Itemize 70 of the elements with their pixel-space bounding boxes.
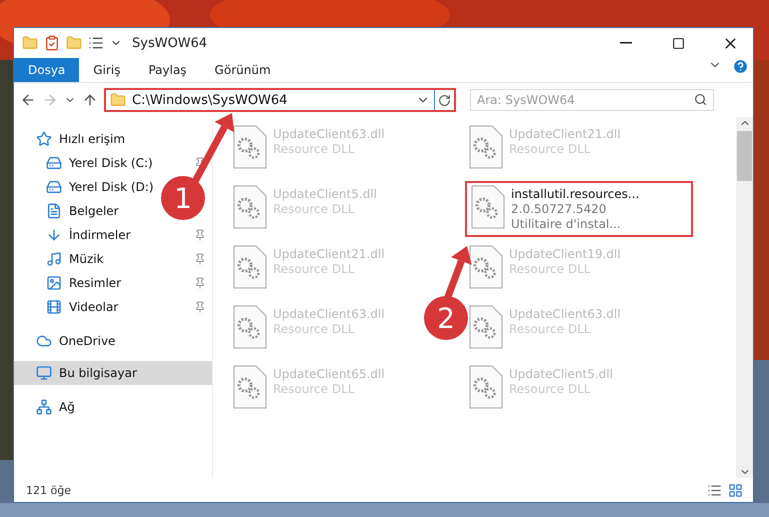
nav-item[interactable]: İndirmeler	[69, 228, 131, 242]
file-name: installutil.resources...	[511, 187, 640, 201]
file-name: UpdateClient65.dll	[273, 367, 385, 381]
file-gear-icon	[233, 185, 267, 229]
ribbon-tab[interactable]: Paylaş	[134, 58, 201, 82]
file-gear-icon	[469, 245, 503, 289]
scrollbar[interactable]	[736, 117, 753, 478]
file-name: UpdateClient21.dll	[273, 247, 385, 261]
film-icon	[46, 299, 62, 315]
cloud-icon	[36, 333, 52, 349]
file-gear-icon	[469, 305, 503, 349]
file-gear-icon	[471, 185, 505, 229]
up-button[interactable]	[82, 92, 98, 108]
properties-icon[interactable]	[88, 35, 104, 51]
ribbon-tab[interactable]: Dosya	[14, 58, 80, 82]
pin-icon[interactable]	[194, 229, 206, 241]
nav-item[interactable]: Resimler	[69, 276, 122, 290]
item-count: 121 öğe	[26, 484, 71, 496]
checklist-icon[interactable]	[44, 35, 60, 51]
search-field[interactable]: Ara: SysWOW64	[470, 89, 714, 111]
ribbon-tab[interactable]: Giriş	[79, 58, 134, 82]
pin-icon[interactable]	[194, 301, 206, 313]
file-name: UpdateClient5.dll	[509, 367, 613, 381]
nav-item[interactable]: Yerel Disk (C:)	[69, 156, 153, 170]
star-icon	[36, 131, 52, 147]
file-detail: 2.0.50727.5420	[511, 202, 608, 216]
pin-icon[interactable]	[194, 277, 206, 289]
folder-icon	[110, 92, 126, 108]
file-gear-icon	[233, 305, 267, 349]
scroll-thumb[interactable]	[737, 131, 752, 181]
large-icons-view-icon[interactable]	[728, 482, 743, 498]
file-gear-icon	[233, 245, 267, 289]
file-name: UpdateClient21.dll	[509, 127, 621, 141]
pin-icon[interactable]	[194, 253, 206, 265]
refresh-icon	[438, 94, 451, 106]
file-name: UpdateClient63.dll	[509, 307, 621, 321]
file-name: UpdateClient5.dll	[273, 187, 377, 201]
file-tile[interactable]: installutil.resources... 2.0.50727.5420 Utilitaire d'instal...	[465, 181, 693, 237]
nav-item[interactable]: Yerel Disk (D:)	[69, 180, 154, 194]
pin-icon[interactable]	[194, 157, 206, 169]
nav-item[interactable]: Videolar	[69, 300, 118, 314]
monitor-icon	[36, 365, 52, 381]
file-name: UpdateClient63.dll	[273, 307, 385, 321]
ribbon-tab[interactable]: Görünüm	[200, 58, 285, 82]
picture-icon	[46, 275, 62, 291]
nav-item[interactable]: Bu bilgisayar	[14, 361, 212, 385]
minimize-icon	[620, 42, 632, 44]
nav-item[interactable]: Belgeler	[69, 204, 119, 218]
music-note-icon	[46, 251, 62, 267]
nav-item[interactable]: Hızlı erişim	[59, 132, 126, 146]
search-icon[interactable]	[694, 93, 707, 106]
network-icon	[36, 399, 52, 415]
nav-item[interactable]: Ağ	[59, 400, 75, 414]
help-icon	[732, 58, 749, 75]
file-detail: Utilitaire d'instal...	[511, 217, 622, 231]
file-name: UpdateClient19.dll	[509, 247, 621, 261]
drive-icon	[46, 155, 62, 171]
details-view-icon[interactable]	[707, 482, 722, 498]
file-name: UpdateClient63.dll	[273, 127, 385, 141]
document-icon	[46, 203, 62, 219]
file-gear-icon	[233, 125, 267, 169]
file-gear-icon	[233, 365, 267, 409]
drive-icon	[46, 179, 62, 195]
back-button[interactable]	[20, 92, 36, 108]
file-gear-icon	[469, 125, 503, 169]
file-gear-icon	[469, 365, 503, 409]
maximize-icon	[672, 36, 684, 50]
window-title: SysWOW64	[132, 36, 208, 50]
nav-item[interactable]: Müzik	[69, 252, 104, 266]
nav-item[interactable]: OneDrive	[59, 334, 116, 348]
